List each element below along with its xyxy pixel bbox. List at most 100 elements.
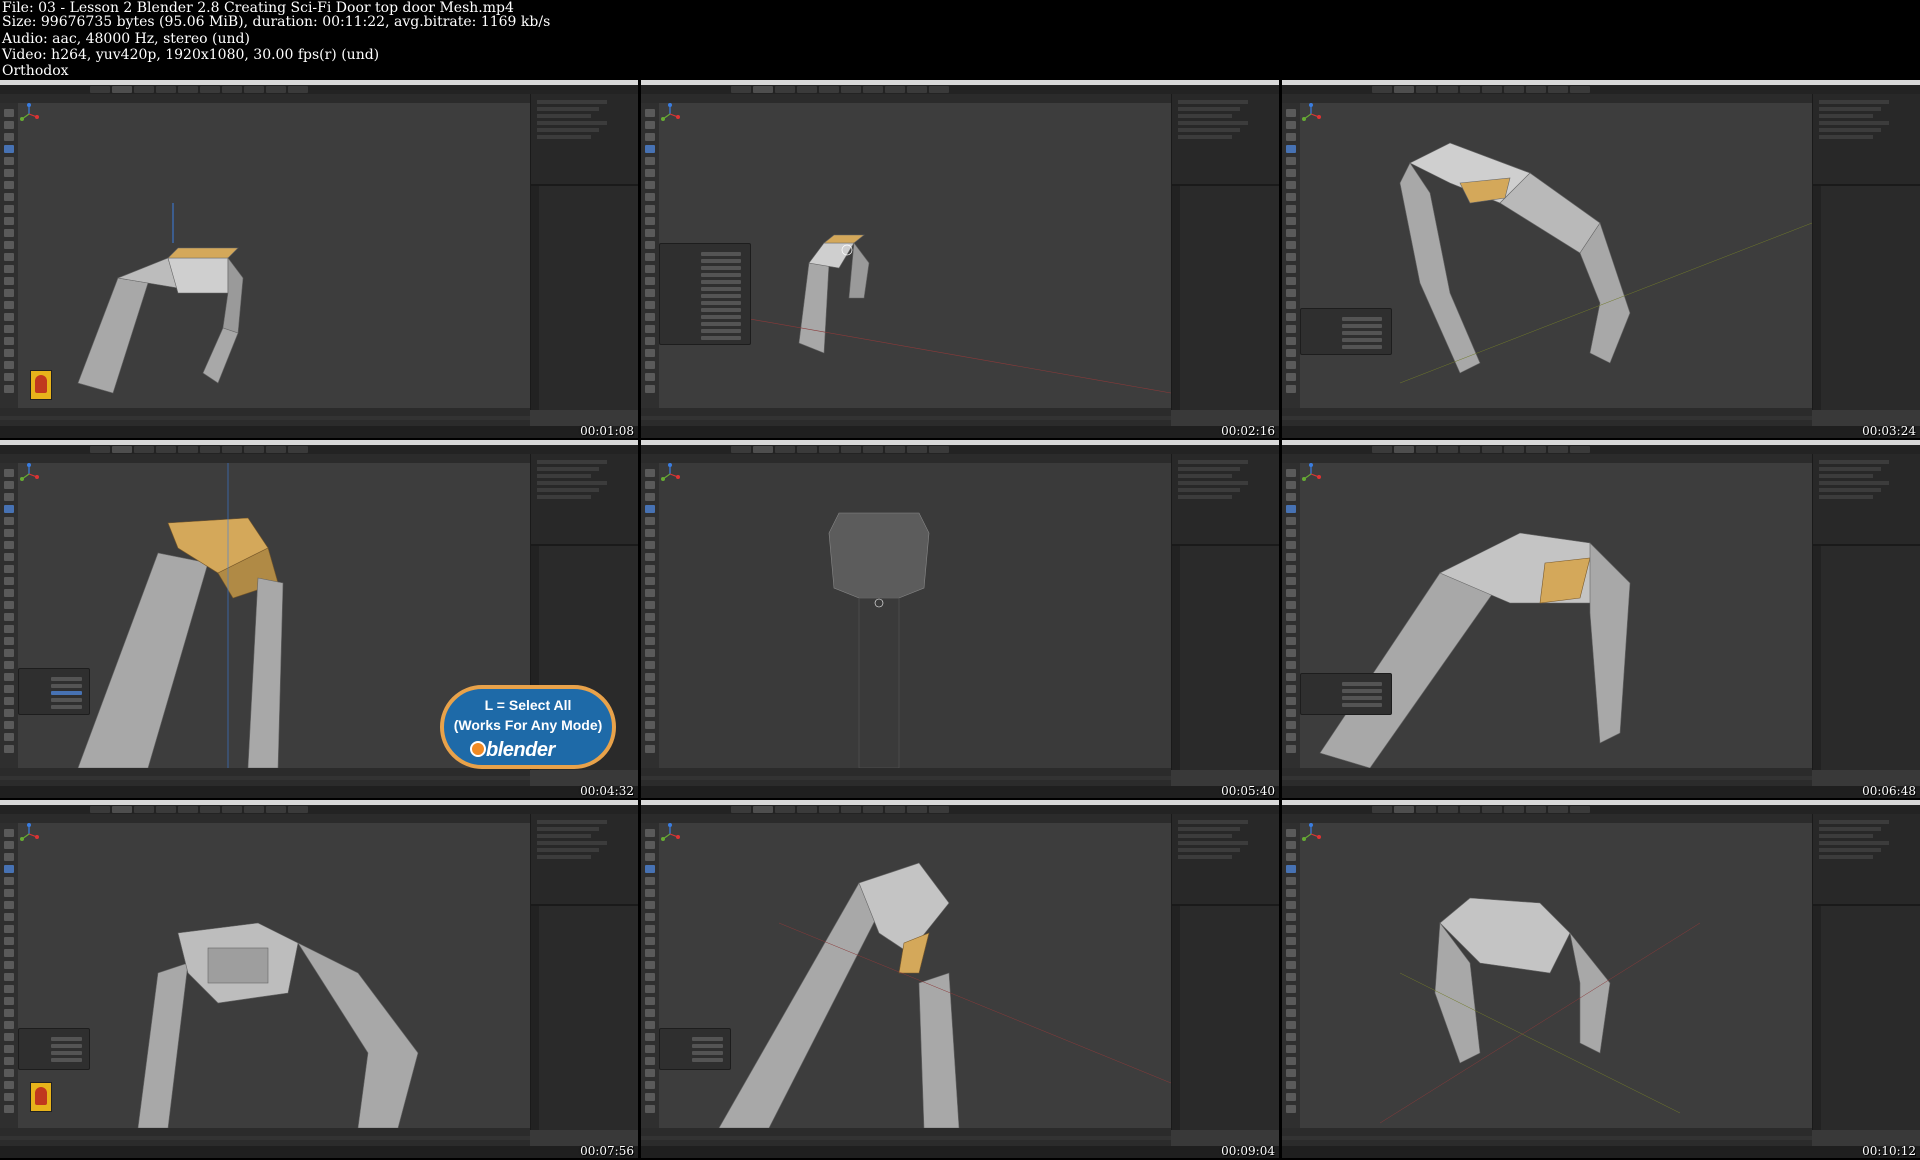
tool-icon[interactable]: [4, 745, 14, 753]
outliner-row[interactable]: [1178, 834, 1232, 838]
tool-icon[interactable]: [4, 493, 14, 501]
tool-icon[interactable]: [4, 1033, 14, 1041]
workspace-tab[interactable]: [266, 446, 286, 453]
workspace-tab[interactable]: [90, 806, 110, 813]
tool-icon[interactable]: [1286, 649, 1296, 657]
workspace-tab[interactable]: [1460, 86, 1480, 93]
tool-icon[interactable]: [645, 637, 655, 645]
tool-icon[interactable]: [1286, 625, 1296, 633]
operator-field[interactable]: [700, 266, 741, 270]
outliner-row[interactable]: [1178, 114, 1232, 118]
workspace-tab[interactable]: [90, 86, 110, 93]
tool-icon[interactable]: [4, 229, 14, 237]
tool-icon[interactable]: [4, 673, 14, 681]
outliner-row[interactable]: [1819, 121, 1889, 125]
outliner-row[interactable]: [1178, 481, 1248, 485]
workspace-tab[interactable]: [1372, 86, 1392, 93]
tool-icon[interactable]: [1286, 661, 1296, 669]
tool-icon[interactable]: [645, 349, 655, 357]
operator-field[interactable]: [1341, 324, 1382, 328]
tool-icon[interactable]: [645, 829, 655, 837]
tool-icon[interactable]: [4, 301, 14, 309]
outliner-row[interactable]: [537, 820, 607, 824]
outliner-row[interactable]: [1178, 121, 1248, 125]
tool-icon[interactable]: [1286, 685, 1296, 693]
workspace-tab[interactable]: [134, 446, 154, 453]
navigation-gizmo-icon[interactable]: [18, 823, 40, 845]
workspace-tab[interactable]: [797, 446, 817, 453]
outliner-row[interactable]: [537, 841, 607, 845]
tool-icon[interactable]: [4, 181, 14, 189]
tool-icon[interactable]: [645, 733, 655, 741]
navigation-gizmo-icon[interactable]: [18, 463, 40, 485]
operator-field[interactable]: [700, 287, 741, 291]
tool-icon[interactable]: [4, 1009, 14, 1017]
tool-icon[interactable]: [1286, 301, 1296, 309]
operator-panel[interactable]: [18, 1028, 90, 1070]
tool-icon[interactable]: [4, 325, 14, 333]
outliner-row[interactable]: [537, 481, 607, 485]
outliner-row[interactable]: [1819, 474, 1873, 478]
tool-icon[interactable]: [645, 1057, 655, 1065]
tool-icon[interactable]: [4, 721, 14, 729]
tool-icon[interactable]: [645, 913, 655, 921]
workspace-tab[interactable]: [1548, 86, 1568, 93]
workspace-tab[interactable]: [753, 446, 773, 453]
tool-icon[interactable]: [4, 517, 14, 525]
tool-icon[interactable]: [1286, 637, 1296, 645]
workspace-tab[interactable]: [90, 446, 110, 453]
tool-icon[interactable]: [1286, 1009, 1296, 1017]
workspace-tab[interactable]: [841, 806, 861, 813]
tool-icon[interactable]: [1286, 937, 1296, 945]
3d-viewport[interactable]: [1300, 463, 1812, 768]
timeline-ruler[interactable]: [641, 776, 1171, 780]
tool-icon[interactable]: [645, 865, 655, 873]
outliner-row[interactable]: [1819, 135, 1873, 139]
tool-icon[interactable]: [1286, 469, 1296, 477]
timeline[interactable]: [1282, 768, 1812, 786]
workspace-tab[interactable]: [1504, 806, 1524, 813]
tool-icon[interactable]: [1286, 109, 1296, 117]
workspace-tab[interactable]: [112, 806, 132, 813]
outliner-row[interactable]: [1819, 834, 1873, 838]
tool-icon[interactable]: [1286, 253, 1296, 261]
outliner-row[interactable]: [537, 460, 607, 464]
tool-icon[interactable]: [1286, 289, 1296, 297]
workspace-tab[interactable]: [1416, 806, 1436, 813]
tool-icon[interactable]: [645, 1081, 655, 1089]
tool-icon[interactable]: [645, 493, 655, 501]
workspace-tab[interactable]: [1394, 806, 1414, 813]
workspace-tab[interactable]: [731, 446, 751, 453]
timeline-ruler[interactable]: [641, 416, 1171, 420]
tool-icon[interactable]: [645, 193, 655, 201]
tool-icon[interactable]: [4, 277, 14, 285]
tool-icon[interactable]: [4, 829, 14, 837]
workspace-tab[interactable]: [288, 446, 308, 453]
workspace-tab[interactable]: [178, 806, 198, 813]
outliner-row[interactable]: [537, 855, 591, 859]
workspace-tab[interactable]: [1570, 446, 1590, 453]
timeline[interactable]: [641, 1128, 1171, 1146]
tool-icon[interactable]: [4, 577, 14, 585]
workspace-tab[interactable]: [731, 806, 751, 813]
tool-icon[interactable]: [4, 265, 14, 273]
tool-icon[interactable]: [4, 937, 14, 945]
outliner-row[interactable]: [1178, 848, 1240, 852]
operator-field[interactable]: [1341, 682, 1382, 686]
workspace-tab[interactable]: [112, 446, 132, 453]
outliner-row[interactable]: [1819, 114, 1873, 118]
tool-icon[interactable]: [1286, 1081, 1296, 1089]
tool-icon[interactable]: [645, 301, 655, 309]
outliner-row[interactable]: [1178, 841, 1248, 845]
workspace-tab[interactable]: [1372, 446, 1392, 453]
tool-icon[interactable]: [4, 109, 14, 117]
tool-icon[interactable]: [4, 169, 14, 177]
tool-icon[interactable]: [4, 541, 14, 549]
operator-panel[interactable]: [1300, 308, 1392, 355]
workspace-tab[interactable]: [819, 446, 839, 453]
tool-icon[interactable]: [645, 229, 655, 237]
tool-icon[interactable]: [4, 997, 14, 1005]
tool-icon[interactable]: [4, 217, 14, 225]
tool-icon[interactable]: [645, 1033, 655, 1041]
timeline-ruler[interactable]: [1282, 416, 1812, 420]
